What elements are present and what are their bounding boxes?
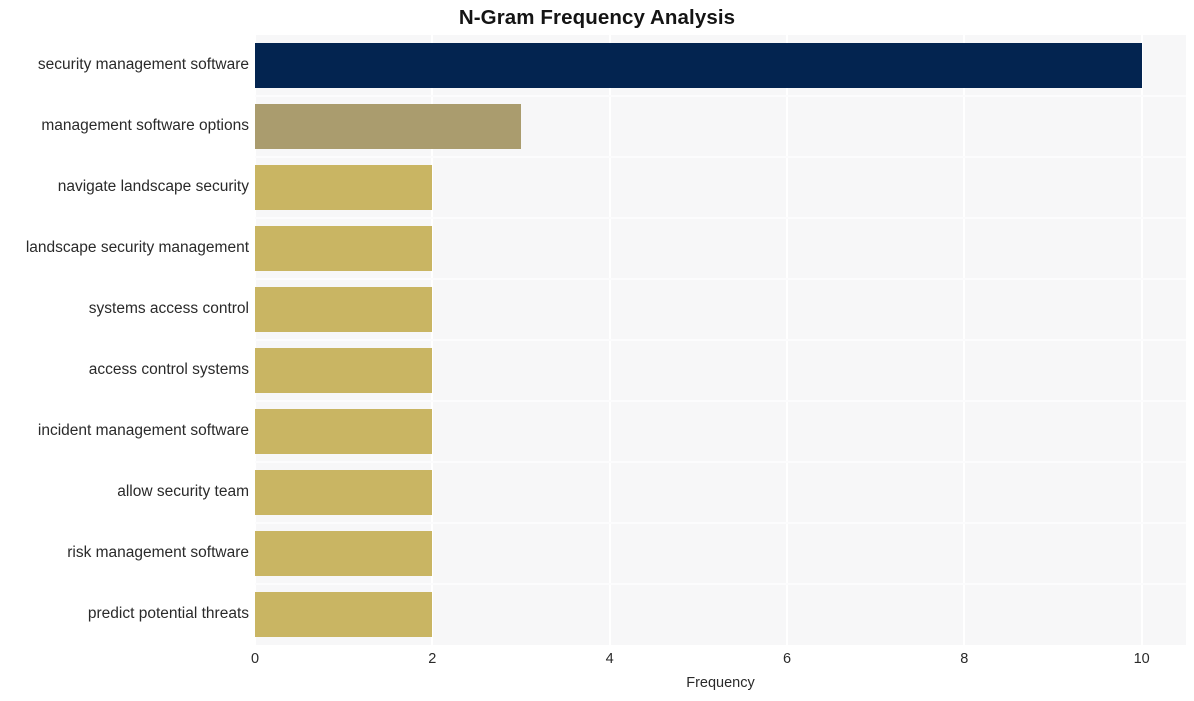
y-axis-label: risk management software (67, 543, 249, 561)
y-axis-label: allow security team (117, 482, 249, 500)
gridline-horizontal (255, 522, 1186, 524)
gridline-horizontal (255, 400, 1186, 402)
y-axis-label: landscape security management (25, 238, 249, 256)
x-axis-tick: 8 (960, 651, 969, 667)
y-axis-label: management software options (41, 116, 249, 134)
bar (255, 592, 433, 637)
y-axis-label: systems access control (88, 299, 249, 317)
bar (255, 43, 1142, 88)
bar (255, 226, 433, 271)
x-axis-tick: 2 (428, 651, 437, 667)
bar (255, 165, 433, 210)
x-axis-tick: 4 (605, 651, 614, 667)
x-axis-tick: 10 (1133, 651, 1150, 667)
ngram-frequency-bar-chart: N-Gram Frequency Analysis security manag… (0, 0, 1194, 701)
y-axis-label: navigate landscape security (57, 177, 249, 195)
y-axis-label: access control systems (88, 360, 249, 378)
bar (255, 531, 433, 576)
bar (255, 104, 521, 149)
plot-area (255, 35, 1186, 645)
x-axis-tick: 6 (782, 651, 792, 667)
gridline-horizontal (255, 95, 1186, 97)
gridline-horizontal (255, 156, 1186, 158)
y-axis-category-labels: security management software management s… (0, 0, 249, 701)
bar (255, 470, 433, 515)
x-axis-title: Frequency (686, 675, 755, 691)
gridline-horizontal (255, 461, 1186, 463)
gridline-horizontal (255, 339, 1186, 341)
gridline-horizontal (255, 278, 1186, 280)
y-axis-label: incident management software (37, 421, 249, 439)
bar (255, 409, 433, 454)
gridline-horizontal (255, 583, 1186, 585)
bar (255, 348, 433, 393)
x-axis-tick: 0 (250, 651, 260, 667)
y-axis-label: security management software (37, 55, 249, 73)
bar (255, 287, 433, 332)
y-axis-label: predict potential threats (87, 604, 249, 622)
gridline-horizontal (255, 217, 1186, 219)
